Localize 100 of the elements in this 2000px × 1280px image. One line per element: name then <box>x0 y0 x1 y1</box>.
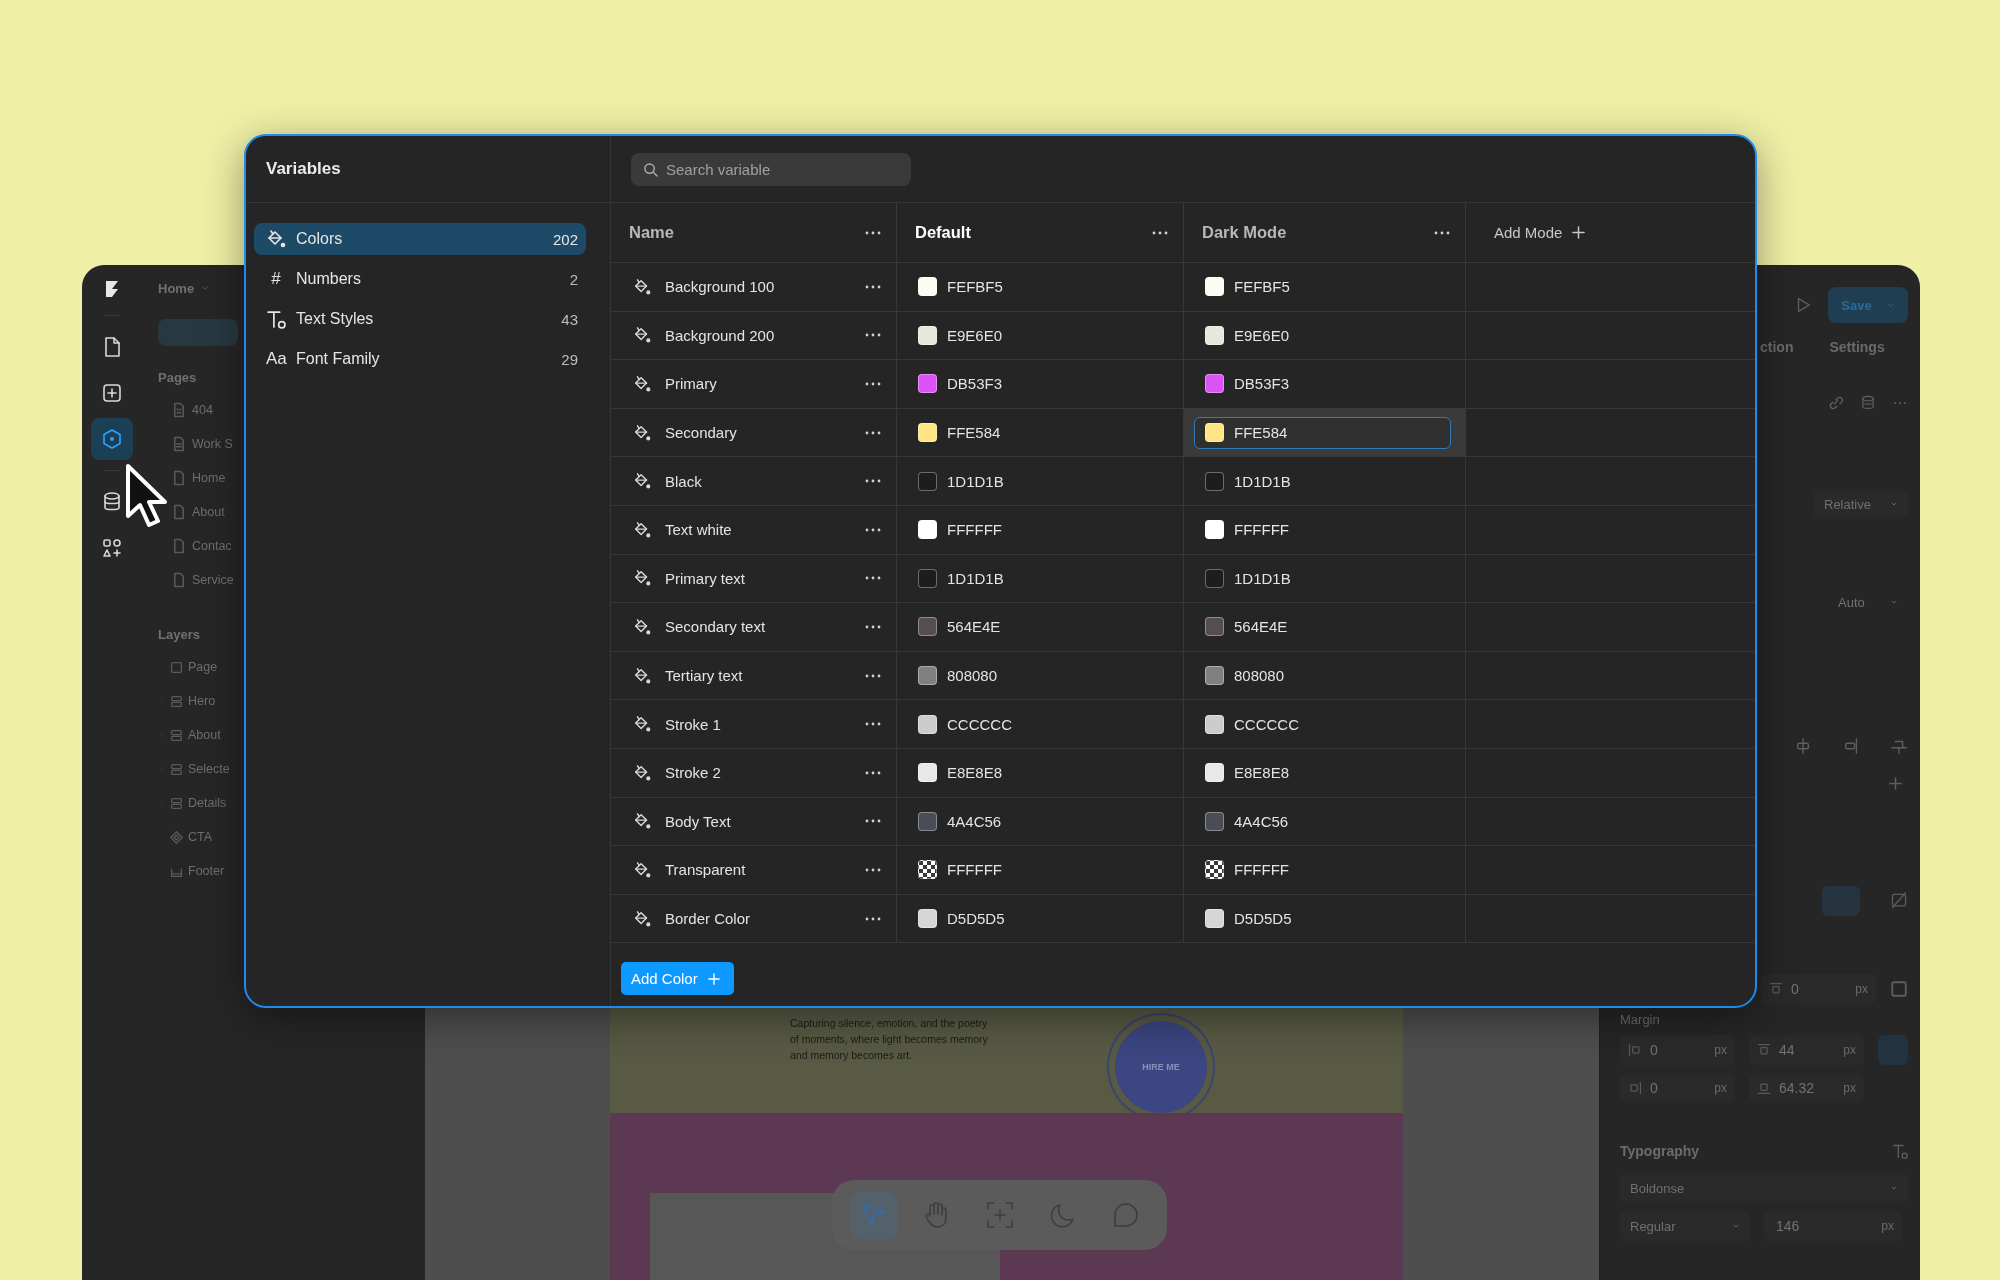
color-code: 1D1D1B <box>947 569 1004 587</box>
variable-name[interactable]: Background 200 <box>665 326 850 344</box>
number-field[interactable]: 64.32 px <box>1749 1073 1864 1103</box>
sitemap-entry[interactable]: Home <box>192 471 226 485</box>
color-swatch[interactable] <box>1205 714 1224 734</box>
color-swatch[interactable] <box>918 277 937 297</box>
variable-name[interactable]: Primary <box>665 375 850 393</box>
paint-bucket-icon <box>633 763 651 782</box>
column-header[interactable]: Name <box>629 223 674 242</box>
layer-entry[interactable]: Hero <box>188 694 216 708</box>
color-swatch[interactable] <box>1205 568 1224 588</box>
unit-label: px <box>1855 982 1868 996</box>
color-code: FFE584 <box>1234 424 1288 442</box>
variable-name[interactable]: Tertiary text <box>665 667 850 685</box>
breadcrumb[interactable]: Home <box>158 280 195 296</box>
variable-name[interactable]: Stroke 2 <box>665 764 850 782</box>
column-header[interactable]: Dark Mode <box>1202 223 1287 242</box>
dropdown[interactable]: Boldonse <box>1620 1173 1908 1203</box>
color-swatch[interactable] <box>1205 277 1224 297</box>
color-swatch[interactable] <box>918 860 937 880</box>
layer-entry[interactable]: CTA <box>188 830 213 844</box>
color-swatch[interactable] <box>918 374 937 394</box>
variable-name[interactable]: Primary text <box>665 569 850 587</box>
field-value: 64.32 <box>1779 1080 1816 1096</box>
variable-name[interactable]: Background 100 <box>665 278 850 296</box>
color-swatch[interactable] <box>918 325 937 345</box>
layer-entry[interactable]: About <box>188 728 221 742</box>
number-field[interactable]: 146 px <box>1764 1211 1902 1241</box>
dropdown[interactable]: Auto <box>1828 587 1908 617</box>
layer-entry[interactable]: Page <box>188 660 218 674</box>
sitemap-entry[interactable]: Contac <box>192 539 232 553</box>
color-swatch[interactable] <box>918 617 937 637</box>
number-field[interactable]: 0 px <box>1761 974 1876 1004</box>
tab[interactable]: Settings <box>1829 339 1885 355</box>
add-mode-button[interactable]: Add Mode <box>1484 224 1586 241</box>
variable-name[interactable]: Transparent <box>665 861 850 879</box>
color-swatch[interactable] <box>918 811 937 831</box>
color-swatch[interactable] <box>918 666 937 686</box>
sitemap-entry[interactable]: Service <box>192 573 234 587</box>
number-field[interactable]: 0 px <box>1620 1035 1735 1065</box>
color-swatch[interactable] <box>1205 423 1224 443</box>
color-swatch[interactable] <box>1205 666 1224 686</box>
color-swatch[interactable] <box>918 909 937 928</box>
field-value: 0 <box>1791 981 1800 997</box>
color-swatch[interactable] <box>1205 325 1224 345</box>
sitemap-entry[interactable]: 404 <box>192 403 213 417</box>
category-item[interactable]: Text Styles 43 <box>254 303 586 335</box>
color-swatch[interactable] <box>1205 860 1224 880</box>
variable-name[interactable]: Body Text <box>665 812 850 830</box>
unit-label: px <box>1714 1043 1727 1057</box>
category-item[interactable]: Colors 202 <box>254 223 586 255</box>
color-swatch[interactable] <box>1205 909 1224 928</box>
tab[interactable]: ction <box>1760 339 1794 355</box>
color-swatch[interactable] <box>1205 471 1224 491</box>
layer-entry[interactable]: Details <box>188 796 227 810</box>
stack-icon <box>170 694 183 708</box>
padding-icon <box>1769 982 1783 996</box>
color-swatch[interactable] <box>918 568 937 588</box>
variable-name[interactable]: Stroke 1 <box>665 715 850 733</box>
save-button[interactable]: Save <box>1828 287 1908 323</box>
color-swatch[interactable] <box>1205 811 1224 831</box>
color-swatch[interactable] <box>918 763 937 783</box>
number-field[interactable]: 44 px <box>1749 1035 1864 1065</box>
color-swatch[interactable] <box>918 520 937 540</box>
toggle-button[interactable] <box>1822 886 1860 916</box>
value-field[interactable]: FFE584 <box>1194 416 1451 449</box>
add-color-button[interactable]: Add Color <box>621 962 734 996</box>
paint-bucket-icon <box>633 520 651 539</box>
color-swatch[interactable] <box>918 423 937 443</box>
color-swatch[interactable] <box>918 471 937 491</box>
layer-entry[interactable]: Footer <box>188 864 225 878</box>
align-center-icon[interactable] <box>1794 737 1812 755</box>
variable-name[interactable]: Secondary text <box>665 618 850 636</box>
section-label: Layers <box>158 627 201 642</box>
variable-name[interactable]: Black <box>665 472 850 490</box>
color-code: E8E8E8 <box>1234 764 1290 782</box>
variable-name[interactable]: Text white <box>665 521 850 539</box>
dropdown[interactable]: Relative <box>1814 489 1908 519</box>
link-toggle[interactable] <box>1878 1035 1908 1065</box>
variable-name[interactable]: Secondary <box>665 424 850 442</box>
sitemap-entry[interactable]: Work S <box>192 437 233 451</box>
unit-label: px <box>1843 1081 1856 1095</box>
column-header[interactable]: Default <box>915 223 971 242</box>
paint-bucket-icon <box>633 277 651 296</box>
color-swatch[interactable] <box>1205 763 1224 783</box>
component-icon <box>170 830 183 844</box>
color-code: 564E4E <box>947 618 1001 636</box>
category-item[interactable]: # Numbers 2 <box>254 263 586 295</box>
color-swatch[interactable] <box>918 714 937 734</box>
number-field[interactable]: 0 px <box>1620 1073 1735 1103</box>
dropdown[interactable]: Regular <box>1620 1211 1750 1241</box>
variable-name[interactable]: Border Color <box>665 910 850 927</box>
layer-entry[interactable]: Selecte <box>188 762 230 776</box>
color-swatch[interactable] <box>1205 520 1224 540</box>
category-item[interactable]: Aa Font Family 29 <box>254 343 586 375</box>
color-swatch[interactable] <box>1205 374 1224 394</box>
paint-bucket-icon <box>633 569 651 588</box>
sitemap-entry[interactable]: About <box>192 505 225 519</box>
color-swatch[interactable] <box>1205 617 1224 637</box>
search-field[interactable]: Search variable <box>631 152 911 186</box>
